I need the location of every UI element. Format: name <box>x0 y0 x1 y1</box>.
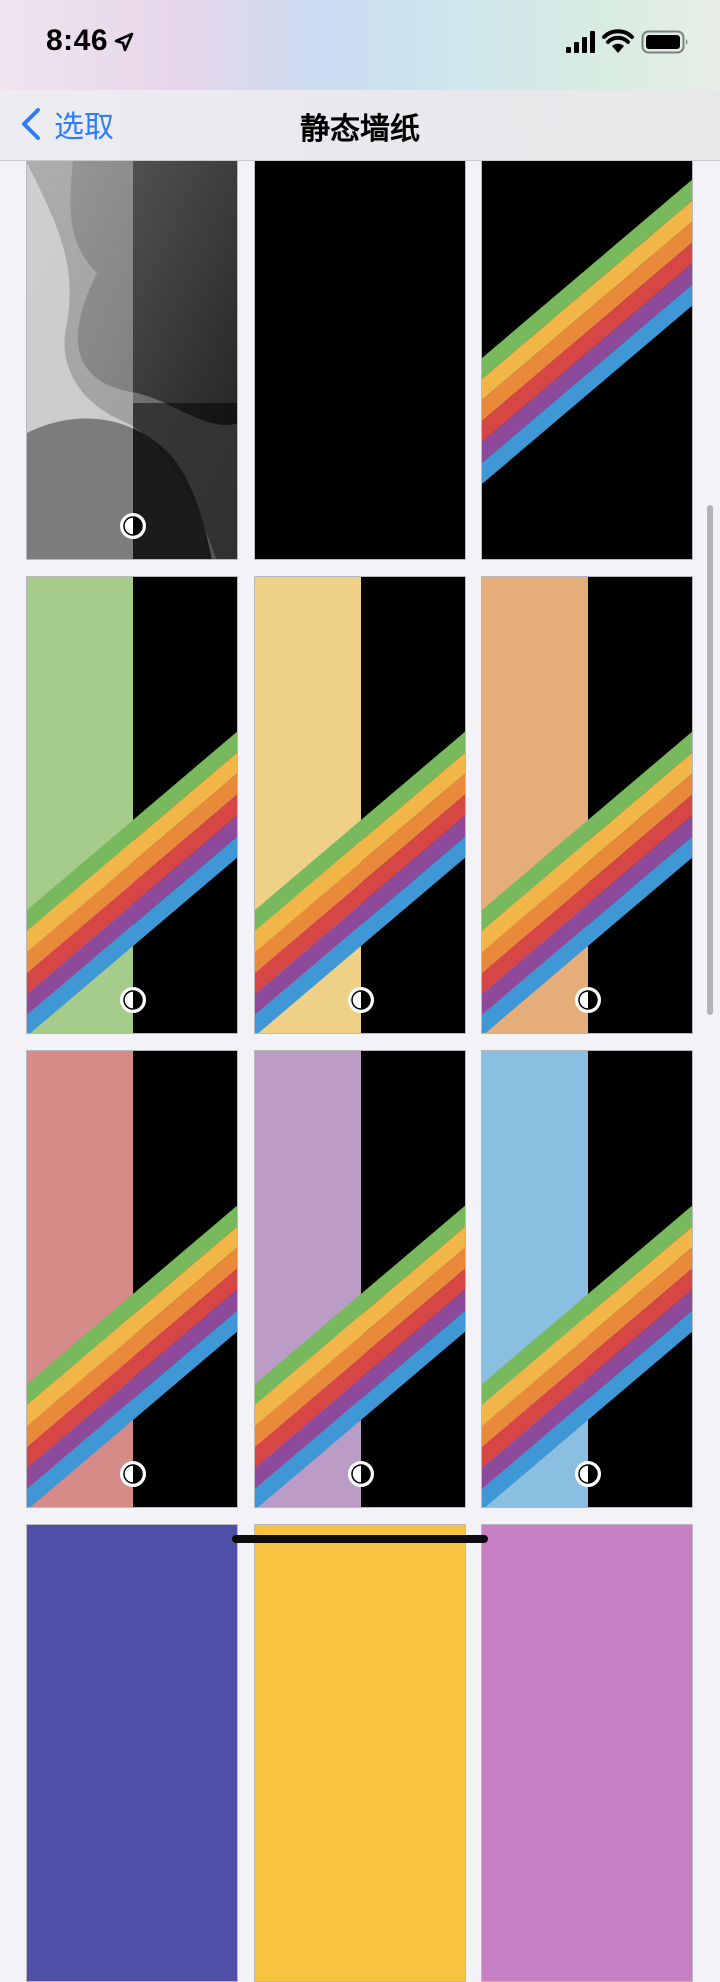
location-arrow-icon <box>114 32 134 52</box>
wallpaper-preview <box>255 103 465 559</box>
scrollbar[interactable] <box>707 505 713 1015</box>
wallpaper-preview <box>255 1051 465 1507</box>
appearance-mode-icon <box>575 1461 601 1487</box>
battery-icon <box>641 30 688 54</box>
status-icons <box>566 29 688 54</box>
wifi-icon <box>602 29 634 53</box>
page-title: 静态墙纸 <box>300 112 420 147</box>
wallpaper-tile[interactable] <box>481 102 693 560</box>
wallpaper-tile[interactable] <box>26 102 238 560</box>
wallpaper-tile[interactable] <box>254 576 466 1034</box>
appearance-mode-icon <box>120 513 146 539</box>
wallpaper-tile[interactable] <box>481 576 693 1034</box>
wallpaper-preview <box>27 103 237 559</box>
wallpaper-preview <box>27 1525 237 1981</box>
wallpaper-preview <box>27 1051 237 1507</box>
appearance-mode-icon <box>348 1461 374 1487</box>
wallpaper-preview <box>27 577 237 1033</box>
home-indicator <box>232 1535 488 1543</box>
status-time: 8:46 <box>46 24 109 57</box>
wallpaper-tile[interactable] <box>481 1524 693 1982</box>
wallpaper-preview <box>482 103 692 559</box>
appearance-mode-icon <box>120 987 146 1013</box>
status-bar: 8:46 <box>0 0 720 90</box>
wallpaper-preview <box>482 1051 692 1507</box>
wallpaper-tile[interactable] <box>26 1524 238 1982</box>
wallpaper-tile[interactable] <box>254 1050 466 1508</box>
signal-bars-icon <box>566 31 595 53</box>
appearance-mode-icon <box>575 987 601 1013</box>
wallpaper-preview <box>255 1525 465 1981</box>
wallpaper-tile[interactable] <box>254 102 466 560</box>
wallpaper-preview <box>482 1525 692 1981</box>
wallpaper-tile[interactable] <box>26 1050 238 1508</box>
wallpaper-tile[interactable] <box>481 1050 693 1508</box>
appearance-mode-icon <box>348 987 374 1013</box>
wallpaper-tile[interactable] <box>26 576 238 1034</box>
wallpaper-tile[interactable] <box>254 1524 466 1982</box>
navigation-bar: 选取 静态墙纸 <box>0 90 720 161</box>
wallpaper-grid <box>0 0 720 1982</box>
wallpaper-preview <box>255 577 465 1033</box>
wallpaper-preview <box>482 577 692 1033</box>
appearance-mode-icon <box>120 1461 146 1487</box>
